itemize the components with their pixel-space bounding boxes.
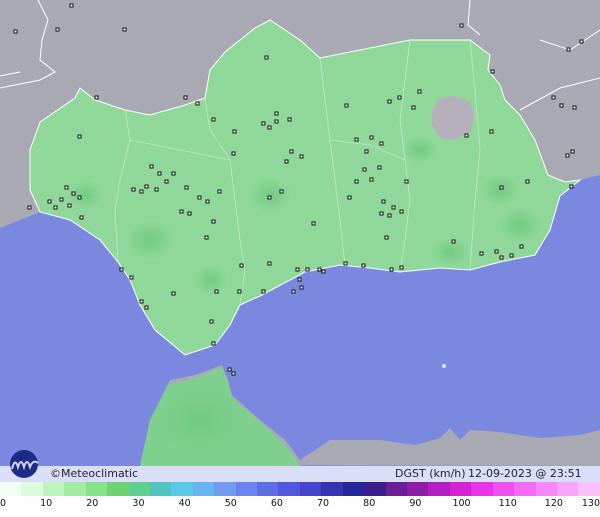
color-scale-legend: 0 10 20 30 40 50 60 70 80 90 100 110 120 130 xyxy=(0,482,600,517)
scale-color-16 xyxy=(342,482,365,496)
scale-color-11 xyxy=(235,482,258,496)
scale-color-12 xyxy=(257,482,279,496)
scale-color-20 xyxy=(428,482,450,496)
product-label: DGST (km/h) xyxy=(395,467,466,480)
scale-color-9 xyxy=(192,482,215,496)
scale-color-17 xyxy=(364,482,386,496)
scale-tick: 130 xyxy=(581,498,600,509)
scale-tick: 10 xyxy=(40,498,53,509)
scale-tick: 40 xyxy=(178,498,191,509)
scale-color-2 xyxy=(42,482,65,496)
scale-tick: 80 xyxy=(363,498,376,509)
scale-color-10 xyxy=(214,482,236,496)
info-bar: ©Meteoclimatic DGST (km/h) 12-09-2023 @ … xyxy=(0,466,600,493)
scale-color-21 xyxy=(449,482,472,496)
scale-colors xyxy=(0,482,600,496)
scale-tick: 120 xyxy=(544,498,563,509)
scale-color-3 xyxy=(64,482,86,496)
scale-tick: 70 xyxy=(317,498,330,509)
scale-color-1 xyxy=(21,482,43,496)
scale-tick: 30 xyxy=(132,498,145,509)
scale-tick: 0 xyxy=(0,498,7,509)
scale-color-19 xyxy=(407,482,429,496)
scale-tick: 110 xyxy=(498,498,517,509)
scale-color-27 xyxy=(578,482,600,496)
meteoclimatic-logo-icon xyxy=(10,450,39,478)
scale-color-0 xyxy=(0,482,22,496)
scale-color-15 xyxy=(321,482,343,496)
scale-color-24 xyxy=(514,482,536,496)
scale-color-22 xyxy=(471,482,493,496)
scale-tick: 90 xyxy=(409,498,422,509)
scale-color-13 xyxy=(278,482,300,496)
scale-color-23 xyxy=(492,482,515,496)
scale-color-5 xyxy=(107,482,129,496)
scale-color-8 xyxy=(171,482,193,496)
alboran-island xyxy=(442,364,446,368)
wind-gust-map xyxy=(0,0,600,517)
scale-color-4 xyxy=(85,482,108,496)
scale-color-14 xyxy=(299,482,322,496)
scale-tick: 20 xyxy=(86,498,99,509)
scale-tick: 50 xyxy=(224,498,237,509)
scale-color-6 xyxy=(128,482,150,496)
scale-color-7 xyxy=(149,482,172,496)
scale-color-26 xyxy=(556,482,579,496)
brand-name: ©Meteoclimatic xyxy=(50,467,139,480)
scale-color-18 xyxy=(385,482,408,496)
scale-color-25 xyxy=(535,482,557,496)
scale-tick: 60 xyxy=(270,498,283,509)
scale-tick: 100 xyxy=(452,498,471,509)
